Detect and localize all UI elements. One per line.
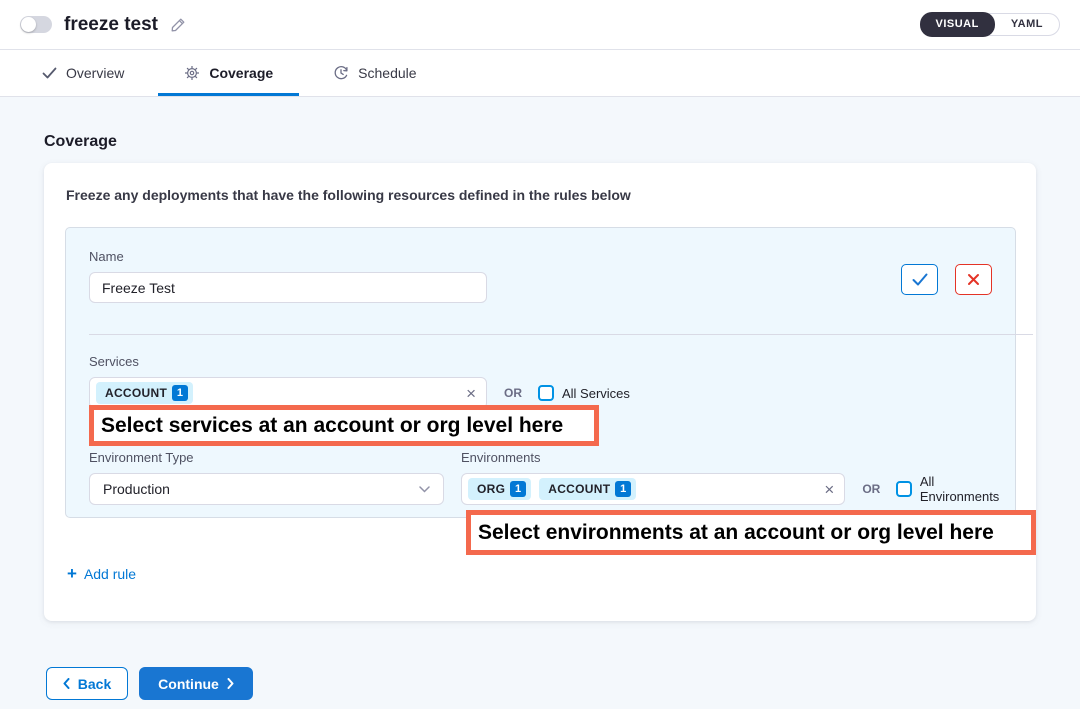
freeze-enable-toggle[interactable] bbox=[20, 16, 52, 33]
environment-row: Environment Type Production Environments… bbox=[89, 450, 992, 505]
gear-icon bbox=[184, 65, 200, 81]
tab-coverage-label: Coverage bbox=[209, 65, 273, 81]
schedule-clock-icon bbox=[333, 65, 349, 81]
environments-or-label: OR bbox=[862, 482, 880, 496]
environment-type-select[interactable]: Production bbox=[89, 473, 444, 505]
tab-overview[interactable]: Overview bbox=[30, 50, 136, 96]
tab-schedule-label: Schedule bbox=[358, 65, 416, 81]
add-rule-label: Add rule bbox=[84, 566, 136, 582]
tag-label: ORG bbox=[477, 482, 505, 496]
environments-clear-icon[interactable]: × bbox=[824, 481, 834, 498]
all-services-label: All Services bbox=[562, 386, 630, 401]
environments-annotation: Select environments at an account or org… bbox=[466, 510, 1036, 555]
add-rule-button[interactable]: + Add rule bbox=[67, 565, 136, 582]
all-environments-checkbox[interactable] bbox=[896, 481, 912, 497]
services-block: Services ACCOUNT 1 × OR All Services bbox=[89, 354, 992, 409]
chevron-left-icon bbox=[63, 678, 70, 689]
services-clear-icon[interactable]: × bbox=[466, 385, 476, 402]
visual-yaml-toggle: VISUAL YAML bbox=[920, 13, 1061, 36]
all-services-option[interactable]: All Services bbox=[538, 385, 630, 401]
coverage-description: Freeze any deployments that have the fol… bbox=[66, 187, 1016, 203]
plus-icon: + bbox=[67, 565, 77, 582]
services-or-label: OR bbox=[504, 386, 522, 400]
tag-count-badge: 1 bbox=[172, 385, 188, 401]
toggle-knob bbox=[21, 17, 36, 32]
rule-name-input[interactable] bbox=[89, 272, 487, 303]
back-label: Back bbox=[78, 676, 111, 692]
chevron-right-icon bbox=[227, 678, 234, 689]
tab-schedule[interactable]: Schedule bbox=[321, 50, 428, 96]
all-environments-label: All Environments bbox=[920, 474, 1014, 504]
rule-name-row: Name bbox=[89, 249, 992, 303]
app-header: freeze test VISUAL YAML bbox=[0, 0, 1080, 50]
footer-actions: Back Continue bbox=[46, 667, 1036, 700]
coverage-card: Freeze any deployments that have the fol… bbox=[44, 163, 1036, 621]
yaml-toggle-button[interactable]: YAML bbox=[995, 13, 1059, 36]
tag-count-badge: 1 bbox=[615, 481, 631, 497]
back-button[interactable]: Back bbox=[46, 667, 128, 700]
rule-confirm-actions bbox=[901, 264, 992, 295]
environments-column: Environments ORG 1 ACCOUNT 1 bbox=[461, 450, 1013, 505]
confirm-rule-button[interactable] bbox=[901, 264, 938, 295]
continue-button[interactable]: Continue bbox=[139, 667, 253, 700]
all-environments-option[interactable]: All Environments bbox=[896, 474, 1013, 504]
check-icon bbox=[42, 67, 57, 79]
visual-toggle-button[interactable]: VISUAL bbox=[920, 12, 995, 37]
delete-rule-button[interactable] bbox=[955, 264, 992, 295]
tag-count-badge: 1 bbox=[510, 481, 526, 497]
freeze-rule-card: Name Services bbox=[65, 227, 1016, 518]
tab-coverage[interactable]: Coverage bbox=[172, 50, 285, 96]
services-tag-account[interactable]: ACCOUNT 1 bbox=[96, 382, 193, 404]
all-services-checkbox[interactable] bbox=[538, 385, 554, 401]
environments-label: Environments bbox=[461, 450, 1013, 465]
tab-overview-label: Overview bbox=[66, 65, 124, 81]
services-annotation: Select services at an account or org lev… bbox=[89, 405, 599, 446]
page-heading: Coverage bbox=[44, 133, 1036, 151]
tag-label: ACCOUNT bbox=[105, 386, 167, 400]
environments-tag-account[interactable]: ACCOUNT 1 bbox=[539, 478, 636, 500]
name-label: Name bbox=[89, 249, 487, 264]
environment-type-column: Environment Type Production bbox=[89, 450, 444, 505]
tag-label: ACCOUNT bbox=[548, 482, 610, 496]
environments-multiselect[interactable]: ORG 1 ACCOUNT 1 × bbox=[461, 473, 845, 505]
edit-pencil-icon[interactable] bbox=[170, 17, 186, 33]
tab-bar: Overview Coverage Schedule bbox=[0, 50, 1080, 97]
continue-label: Continue bbox=[158, 676, 219, 692]
chevron-down-icon bbox=[419, 486, 430, 493]
environments-tag-org[interactable]: ORG 1 bbox=[468, 478, 531, 500]
page-title: freeze test bbox=[64, 14, 158, 36]
coverage-page: Coverage Freeze any deployments that hav… bbox=[0, 97, 1080, 700]
environment-type-label: Environment Type bbox=[89, 450, 444, 465]
services-label: Services bbox=[89, 354, 992, 369]
rule-divider bbox=[89, 334, 1033, 335]
environment-type-value: Production bbox=[103, 481, 170, 497]
